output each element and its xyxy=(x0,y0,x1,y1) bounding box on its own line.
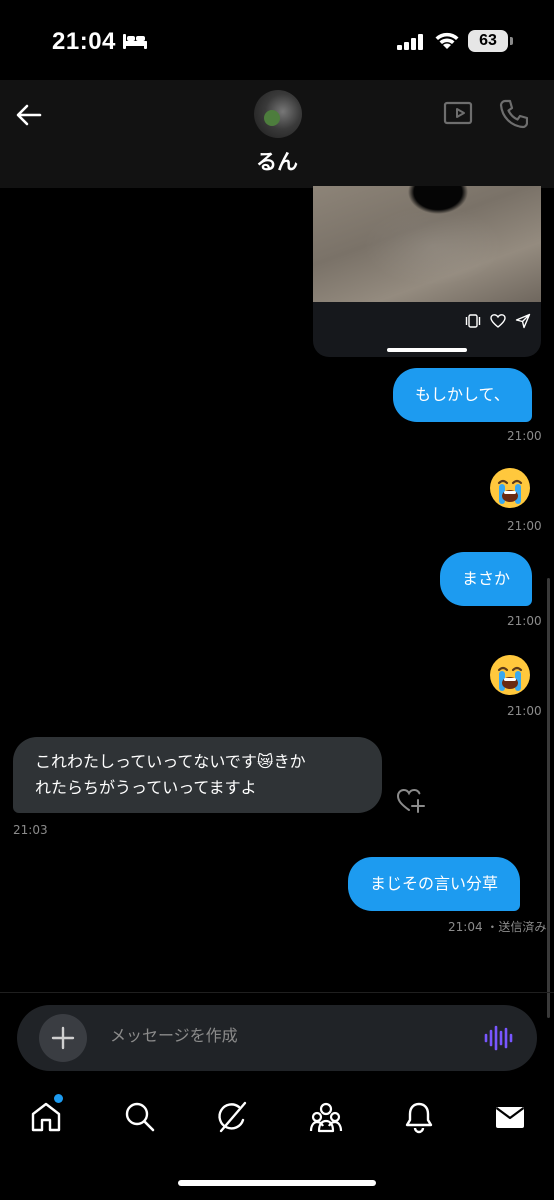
message-timestamp: 21:00 xyxy=(507,614,542,628)
message-status: ・送信済み xyxy=(486,920,547,934)
messages-envelope-icon[interactable] xyxy=(493,1100,527,1134)
scrollbar[interactable] xyxy=(547,578,550,1018)
gallery-icon[interactable] xyxy=(465,313,481,329)
message-bubble-sent[interactable]: もしかして、 xyxy=(393,368,532,422)
message-timestamp: 21:00 xyxy=(507,429,542,443)
message-text-line: れたらちがうっていってますよ xyxy=(35,778,257,797)
message-input[interactable] xyxy=(110,1026,460,1045)
card-handle xyxy=(387,348,467,352)
message-timestamp: 21:03 xyxy=(13,823,48,837)
battery-icon: 63 xyxy=(468,30,508,52)
shared-post-photo[interactable] xyxy=(313,186,541,302)
notifications-bell-icon[interactable] xyxy=(402,1100,436,1134)
message-composer xyxy=(17,1005,537,1071)
voice-wave-icon[interactable] xyxy=(483,1025,513,1051)
phone-call-icon[interactable] xyxy=(498,98,528,130)
heart-icon[interactable] xyxy=(490,313,506,329)
share-icon[interactable] xyxy=(515,313,531,329)
video-call-icon[interactable] xyxy=(443,100,473,126)
shared-post-card[interactable] xyxy=(313,186,541,357)
signal-icon xyxy=(397,34,423,50)
grok-icon[interactable] xyxy=(215,1100,249,1134)
status-bar: 21:04 63 xyxy=(0,0,554,80)
bed-icon xyxy=(123,34,147,49)
home-indicator[interactable] xyxy=(178,1180,376,1186)
wifi-icon xyxy=(435,32,459,49)
message-text-line: これわたしっていってないです😿きか xyxy=(35,752,306,771)
composer-divider xyxy=(0,992,554,993)
message-timestamp: 21:00 xyxy=(507,704,542,718)
message-time: 21:04 xyxy=(448,920,483,934)
message-bubble-received[interactable]: これわたしっていってないです😿きか れたらちがうっていってますよ xyxy=(13,737,382,813)
loudly-crying-emoji-icon[interactable] xyxy=(488,466,532,510)
shared-post-actions xyxy=(465,313,531,329)
battery-cap xyxy=(510,37,513,45)
add-reaction-icon[interactable] xyxy=(396,786,426,814)
communities-icon[interactable] xyxy=(309,1100,343,1134)
back-arrow-icon[interactable] xyxy=(14,100,44,130)
contact-name[interactable]: るん xyxy=(0,146,554,176)
message-timestamp: 21:00 xyxy=(507,519,542,533)
message-timestamp: 21:04 ・送信済み xyxy=(448,918,546,935)
plus-icon xyxy=(51,1026,75,1050)
status-time: 21:04 xyxy=(52,28,116,55)
home-icon[interactable] xyxy=(29,1100,63,1134)
loudly-crying-emoji-icon[interactable] xyxy=(488,653,532,697)
message-bubble-sent[interactable]: まさか xyxy=(440,552,533,606)
message-bubble-sent[interactable]: まじその言い分草 xyxy=(348,857,521,911)
avatar[interactable] xyxy=(254,90,302,138)
search-icon[interactable] xyxy=(123,1100,157,1134)
conversation-header: るん xyxy=(0,80,554,188)
notification-dot xyxy=(54,1094,63,1103)
add-media-button[interactable] xyxy=(39,1014,87,1062)
